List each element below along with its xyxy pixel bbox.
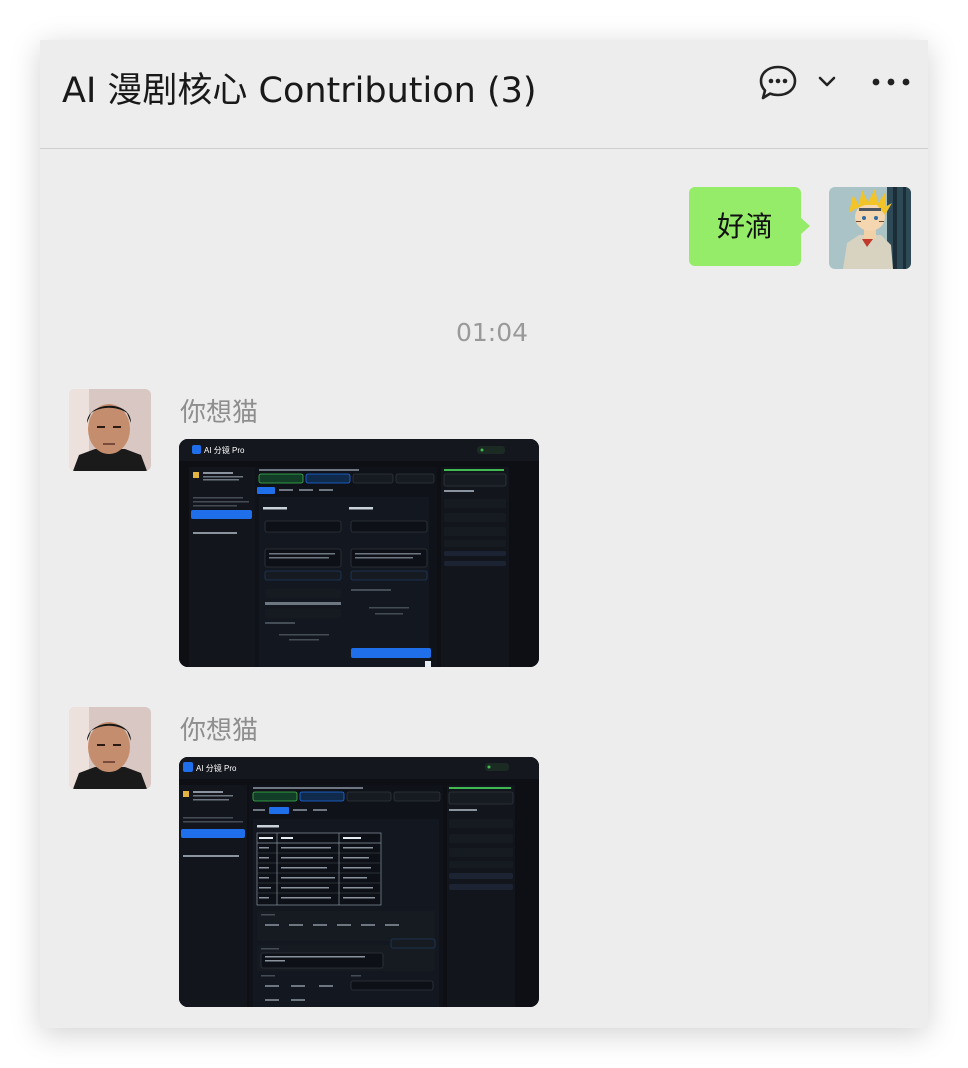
sender-avatar[interactable] <box>69 389 151 471</box>
message-text: 好滴 <box>716 210 773 243</box>
sender-name: 你想猫 <box>180 398 259 428</box>
sender-name: 你想猫 <box>180 716 259 746</box>
image-app-title: AI 分镜 Pro <box>196 764 237 773</box>
my-avatar[interactable] <box>829 187 911 269</box>
shared-screenshot-image[interactable]: AI 分镜 Pro <box>179 757 539 1007</box>
more-icon[interactable] <box>870 74 912 90</box>
image-app-title: AI 分镜 Pro <box>204 446 245 455</box>
chat-title: AI 漫剧核心 Contribution (3) <box>62 71 537 111</box>
chat-bubble-icon[interactable] <box>758 64 798 102</box>
chat-header: AI 漫剧核心 Contribution (3) <box>40 40 928 149</box>
shared-screenshot-image[interactable]: AI 分镜 Pro <box>179 439 539 667</box>
chat-window: AI 漫剧核心 Contribution (3) 好滴 01:04 你想猫 AI… <box>40 40 928 1028</box>
timestamp: 01:04 <box>455 318 529 347</box>
chevron-down-icon[interactable] <box>816 74 838 90</box>
my-message-bubble[interactable]: 好滴 <box>689 187 810 266</box>
sender-avatar[interactable] <box>69 707 151 789</box>
